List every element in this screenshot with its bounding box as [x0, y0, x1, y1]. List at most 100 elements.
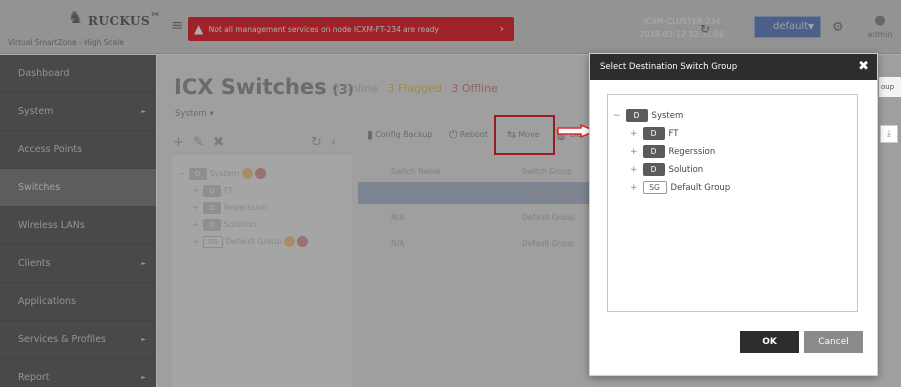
tree-node-ft[interactable]: + D FT [630, 127, 678, 140]
gear-icon[interactable]: ⚙ [832, 20, 844, 35]
sidebar-item-wireless-lans[interactable]: Wireless LANs [0, 207, 156, 245]
alert-arrow-icon[interactable]: › [500, 17, 504, 41]
config-backup-button[interactable]: ▮ Config Backup [367, 128, 433, 141]
tree-node-label: System [651, 111, 684, 121]
cluster-info: ICXM-CLUSTER-234 2018-03-12 12:31:06 [620, 15, 744, 41]
flagged-count: 3 Flagged [387, 82, 442, 95]
expand-toggle[interactable]: + [192, 186, 199, 195]
download-icon[interactable]: ⤓ [880, 125, 898, 143]
cluster-name: ICXM-CLUSTER-234 [643, 17, 721, 26]
tree-node-default-group[interactable]: +SGDefault Group23 [192, 236, 308, 248]
column-header[interactable]: Switch Name [391, 167, 440, 176]
dialog-header: Select Destination Switch Group ✖ [590, 54, 877, 80]
edit-icon[interactable]: ✎ [193, 135, 204, 150]
switch-group-badge: SG [642, 181, 667, 194]
tree-node-label: Regerssion [668, 147, 716, 157]
domain-badge: D [188, 168, 207, 180]
tree-node-solution[interactable]: + D Solution [630, 163, 703, 176]
tree-node-solution[interactable]: + D Solution [192, 219, 256, 231]
sidebar-item-services-profiles[interactable]: Services & Profiles ► [0, 321, 156, 359]
domain-badge: D [202, 202, 221, 214]
column-header[interactable]: Switch Group [522, 167, 572, 176]
sidebar-item-label: Wireless LANs [18, 220, 85, 231]
sidebar-item-label: Applications [18, 296, 77, 307]
status-summary: 0 Online 3 Flagged 3 Offline [332, 82, 498, 95]
alert-banner[interactable]: ▲ Not all management services on node IC… [188, 17, 514, 41]
ruckus-logo[interactable]: ♞ RUCKUS™ Virtual SmartZone - High Scale [8, 6, 161, 50]
sidebar-item-label: Access Points [18, 144, 83, 155]
tree-node-label: FT [223, 186, 234, 195]
breadcrumb[interactable]: System ▾ [175, 109, 214, 119]
page-title: ICX Switches (3) [174, 75, 354, 99]
domain-badge: D [625, 109, 648, 122]
tree-node-regerssion[interactable]: + D Regerssion [192, 202, 268, 214]
move-highlight-box [494, 115, 555, 155]
sidebar-item-label: Services & Profiles [18, 334, 106, 345]
chevron-right-icon: ► [141, 108, 146, 115]
domain-badge: D [202, 219, 221, 231]
tree-node-label: Solution [668, 165, 704, 175]
domain-badge: D [202, 185, 221, 197]
tree-node-ft[interactable]: + D FT [192, 185, 233, 197]
alert-text: Not all management services on node ICXM… [208, 25, 439, 34]
tree-node-system[interactable]: − D System [613, 109, 683, 122]
dialog-title: Select Destination Switch Group [600, 62, 738, 72]
switch-group-badge: SG [202, 236, 223, 248]
file-icon: ▮ [367, 128, 374, 141]
sidebar-item-label: System [18, 106, 54, 117]
reboot-button[interactable]: ⏻ Reboot [449, 128, 488, 142]
menu-icon[interactable]: ≡ [171, 16, 184, 34]
domain-badge: D [642, 145, 665, 158]
sidebar-item-dashboard[interactable]: Dashboard [0, 55, 156, 93]
table-cell: Default Group [522, 188, 575, 197]
expand-toggle[interactable]: + [192, 203, 199, 212]
top-header: ♞ RUCKUS™ Virtual SmartZone - High Scale… [0, 0, 901, 54]
domain-selector[interactable]: default ▼ [754, 16, 821, 38]
domain-label: default [773, 21, 809, 32]
domain-badge: D [642, 163, 665, 176]
expand-toggle[interactable]: + [192, 220, 199, 229]
table-cell: Default Group [522, 213, 575, 222]
sidebar-item-system[interactable]: System ► [0, 93, 156, 131]
collapse-icon[interactable]: ‹ [331, 135, 336, 150]
sidebar-item-clients[interactable]: Clients ► [0, 245, 156, 283]
delete-icon[interactable]: ✖ [213, 135, 224, 150]
expand-toggle[interactable]: + [630, 147, 638, 157]
sidebar: Dashboard System ► Access Points Switches… [0, 55, 156, 387]
close-icon[interactable]: ✖ [858, 54, 869, 80]
chevron-right-icon: ► [141, 336, 146, 343]
tree-node-label: Default Group [670, 183, 731, 193]
sidebar-item-switches[interactable]: Switches [0, 169, 156, 207]
sidebar-item-applications[interactable]: Applications [0, 283, 156, 321]
user-menu[interactable]: ● admin [862, 14, 898, 40]
warning-icon: ▲ [194, 22, 204, 36]
plus-icon[interactable]: + [173, 135, 184, 150]
refresh-icon[interactable]: ↻ [311, 135, 322, 150]
sidebar-item-label: Clients [18, 258, 51, 269]
sidebar-item-report[interactable]: Report ► [0, 359, 156, 387]
tree-node-regerssion[interactable]: + D Regerssion [630, 145, 715, 158]
config-backup-label: Config Backup [375, 130, 433, 139]
switch-group-tree: −DSystem23 +DFT +DRegerssion +DSolution … [172, 155, 352, 387]
refresh-icon[interactable]: ↻ [700, 22, 710, 36]
brand-subtitle: Virtual SmartZone - High Scale [8, 38, 124, 47]
expand-toggle[interactable]: + [630, 129, 638, 139]
sidebar-item-access-points[interactable]: Access Points [0, 131, 156, 169]
expand-toggle[interactable]: + [630, 165, 638, 175]
table-cell: Default Group [522, 239, 575, 248]
expand-toggle[interactable]: + [630, 183, 638, 193]
collapse-toggle[interactable]: − [613, 111, 621, 121]
cancel-button[interactable]: Cancel [804, 331, 863, 353]
page-title-text: ICX Switches [174, 75, 327, 99]
collapse-toggle[interactable]: − [178, 169, 185, 178]
reboot-label: Reboot [459, 130, 488, 139]
tree-node-label: Default Group [225, 237, 282, 246]
brand-name: RUCKUS™ [88, 12, 161, 28]
reboot-icon: ⏻ [449, 128, 458, 141]
tree-node-system[interactable]: −DSystem23 [178, 168, 266, 180]
sidebar-item-label: Switches [18, 182, 61, 193]
tree-node-default-group[interactable]: + SG Default Group [630, 181, 730, 194]
expand-toggle[interactable]: + [192, 237, 199, 246]
ok-button[interactable]: OK [740, 331, 799, 353]
chevron-down-icon: ▼ [807, 22, 814, 31]
